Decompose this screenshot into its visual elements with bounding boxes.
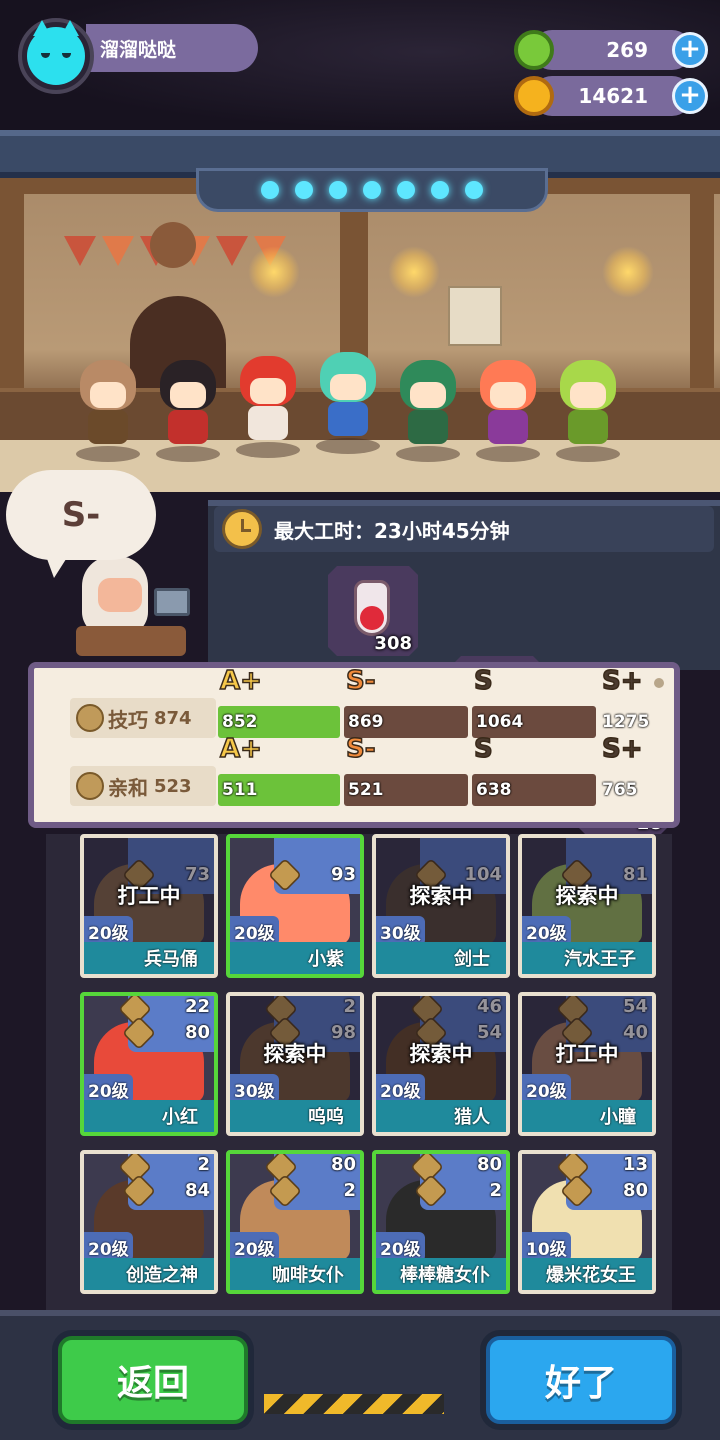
character-skill-stat: 80	[330, 1154, 356, 1175]
team-member-xiaohong	[232, 356, 304, 458]
character-name: 爆米花女王	[522, 1258, 652, 1290]
character-skill-stat: 13	[622, 1154, 648, 1175]
character-card[interactable]: 54 40 打工中 20级 小瞳	[518, 992, 656, 1136]
add-gem-button[interactable]: +	[672, 32, 708, 68]
character-skill-stat: 22	[184, 996, 210, 1017]
character-name: 咖啡女仆	[230, 1258, 360, 1290]
hazard-stripe	[264, 1394, 444, 1414]
team-member-green-hair	[312, 352, 384, 454]
character-status: 探索中	[263, 1042, 327, 1066]
grade-s: S	[473, 665, 493, 697]
grade-bubble: S-	[6, 470, 156, 578]
character-card[interactable]: 22 80 20级 小红	[80, 992, 218, 1136]
grade-s: S	[473, 733, 493, 765]
team-member-coffee-maid	[72, 360, 144, 462]
character-name: 小瞳	[522, 1100, 652, 1132]
team-member-lime	[552, 360, 624, 462]
affinity-badge-icon	[76, 772, 104, 800]
character-card[interactable]: 2 84 20级 创造之神	[80, 1150, 218, 1294]
green-gem-icon	[514, 30, 554, 70]
character-name: 创造之神	[84, 1258, 214, 1290]
character-name: 小红	[84, 1100, 214, 1132]
character-card[interactable]: 93 20级 小紫	[226, 834, 364, 978]
character-card[interactable]: 2 98 探索中 30级 呜呜	[226, 992, 364, 1136]
coin-count: 14621	[532, 76, 692, 116]
potion-icon	[354, 580, 390, 636]
torch-icon	[388, 246, 440, 298]
back-button[interactable]: 返回	[58, 1336, 248, 1424]
player-name[interactable]: 溜溜哒哒	[86, 24, 258, 72]
grade-s-minus: S-	[345, 733, 376, 765]
clock-icon	[222, 509, 262, 549]
character-card[interactable]: 13 80 10级 爆米花女王	[518, 1150, 656, 1294]
character-status: 打工中	[117, 884, 181, 908]
character-affinity-stat: 93	[330, 864, 356, 885]
ok-button[interactable]: 好了	[486, 1336, 676, 1424]
hammer-icon	[154, 588, 190, 616]
affinity-requirement-row: 亲和 523 A+ S- S S+ 511 521 638 765	[70, 733, 680, 812]
max-work-text: 最大工时：23小时45分钟	[274, 518, 510, 543]
character-affinity-stat: 80	[184, 1022, 210, 1043]
character-card[interactable]: 80 2 20级 咖啡女仆	[226, 1150, 364, 1294]
reward-slot-potion[interactable]: 308	[328, 566, 418, 656]
character-status: 打工中	[555, 1042, 619, 1066]
character-skill-stat: 80	[476, 1154, 502, 1175]
character-name: 剑士	[376, 942, 506, 974]
torch-icon	[248, 246, 300, 298]
character-name: 猎人	[376, 1100, 506, 1132]
character-name: 兵马俑	[84, 942, 214, 974]
character-card[interactable]: 80 2 20级 棒棒糖女仆	[372, 1150, 510, 1294]
requirement-card: 技巧 874 A+ S- S S+ 852 869 1064 1275 亲和 5…	[28, 662, 680, 828]
character-card[interactable]: 104 探索中 30级 剑士	[372, 834, 510, 978]
grade-a-plus: A+	[219, 665, 262, 697]
character-name: 小紫	[230, 942, 360, 974]
skill-badge-icon	[76, 704, 104, 732]
affinity-label: 亲和 523	[70, 766, 216, 806]
player-avatar[interactable]	[18, 18, 94, 94]
character-status: 探索中	[555, 884, 619, 908]
affinity-value: 523	[154, 775, 192, 797]
cat-avatar-icon	[27, 20, 85, 85]
torch-icon	[602, 246, 654, 298]
skill-label: 技巧 874	[70, 698, 216, 738]
skill-name: 技巧	[108, 707, 148, 732]
character-name: 呜呜	[230, 1100, 360, 1132]
grade-s-minus: S-	[345, 665, 376, 697]
add-coin-button[interactable]: +	[672, 78, 708, 114]
character-card[interactable]: 73 打工中 20级 兵马俑	[80, 834, 218, 978]
grade-s-plus: S+	[601, 733, 643, 765]
potion-count: 308	[374, 633, 412, 654]
character-card[interactable]: 81 探索中 20级 汽水王子	[518, 834, 656, 978]
character-name: 汽水王子	[522, 942, 652, 974]
character-status: 探索中	[409, 884, 473, 908]
character-affinity-stat: 84	[184, 1180, 210, 1201]
character-affinity-stat: 2	[489, 1180, 502, 1201]
character-affinity-stat: 2	[343, 1180, 356, 1201]
grade-s-plus: S+	[601, 665, 643, 697]
character-grid: 73 打工中 20级 兵马俑 93 20级 小紫 104 探索中 30级 剑士 81 探索中 20级 汽水王…	[46, 834, 672, 1310]
threshold-bar: 521	[344, 774, 468, 806]
team-member-lollipop-maid	[152, 360, 224, 462]
team-member-sushi	[392, 360, 464, 462]
team-member-xiaozi	[472, 360, 544, 462]
threshold-bar: 638	[472, 774, 596, 806]
character-card[interactable]: 46 54 探索中 20级 猎人	[372, 992, 510, 1136]
character-affinity-stat: 80	[622, 1180, 648, 1201]
character-status: 探索中	[409, 1042, 473, 1066]
affinity-name: 亲和	[108, 775, 148, 800]
boss-npc	[76, 556, 196, 656]
indicator-lights	[196, 168, 548, 212]
character-name: 棒棒糖女仆	[376, 1258, 506, 1290]
grade-a-plus: A+	[219, 733, 262, 765]
threshold-end: 765	[602, 780, 638, 800]
character-skill-stat: 2	[197, 1154, 210, 1175]
gold-coin-icon	[514, 76, 554, 116]
max-work-hours: 最大工时：23小时45分钟	[214, 506, 714, 552]
deer-head-icon	[150, 222, 196, 268]
wanted-poster	[448, 286, 502, 346]
threshold-bar: 511	[218, 774, 340, 806]
skill-value: 874	[154, 707, 192, 729]
gem-count: 269	[532, 30, 692, 70]
